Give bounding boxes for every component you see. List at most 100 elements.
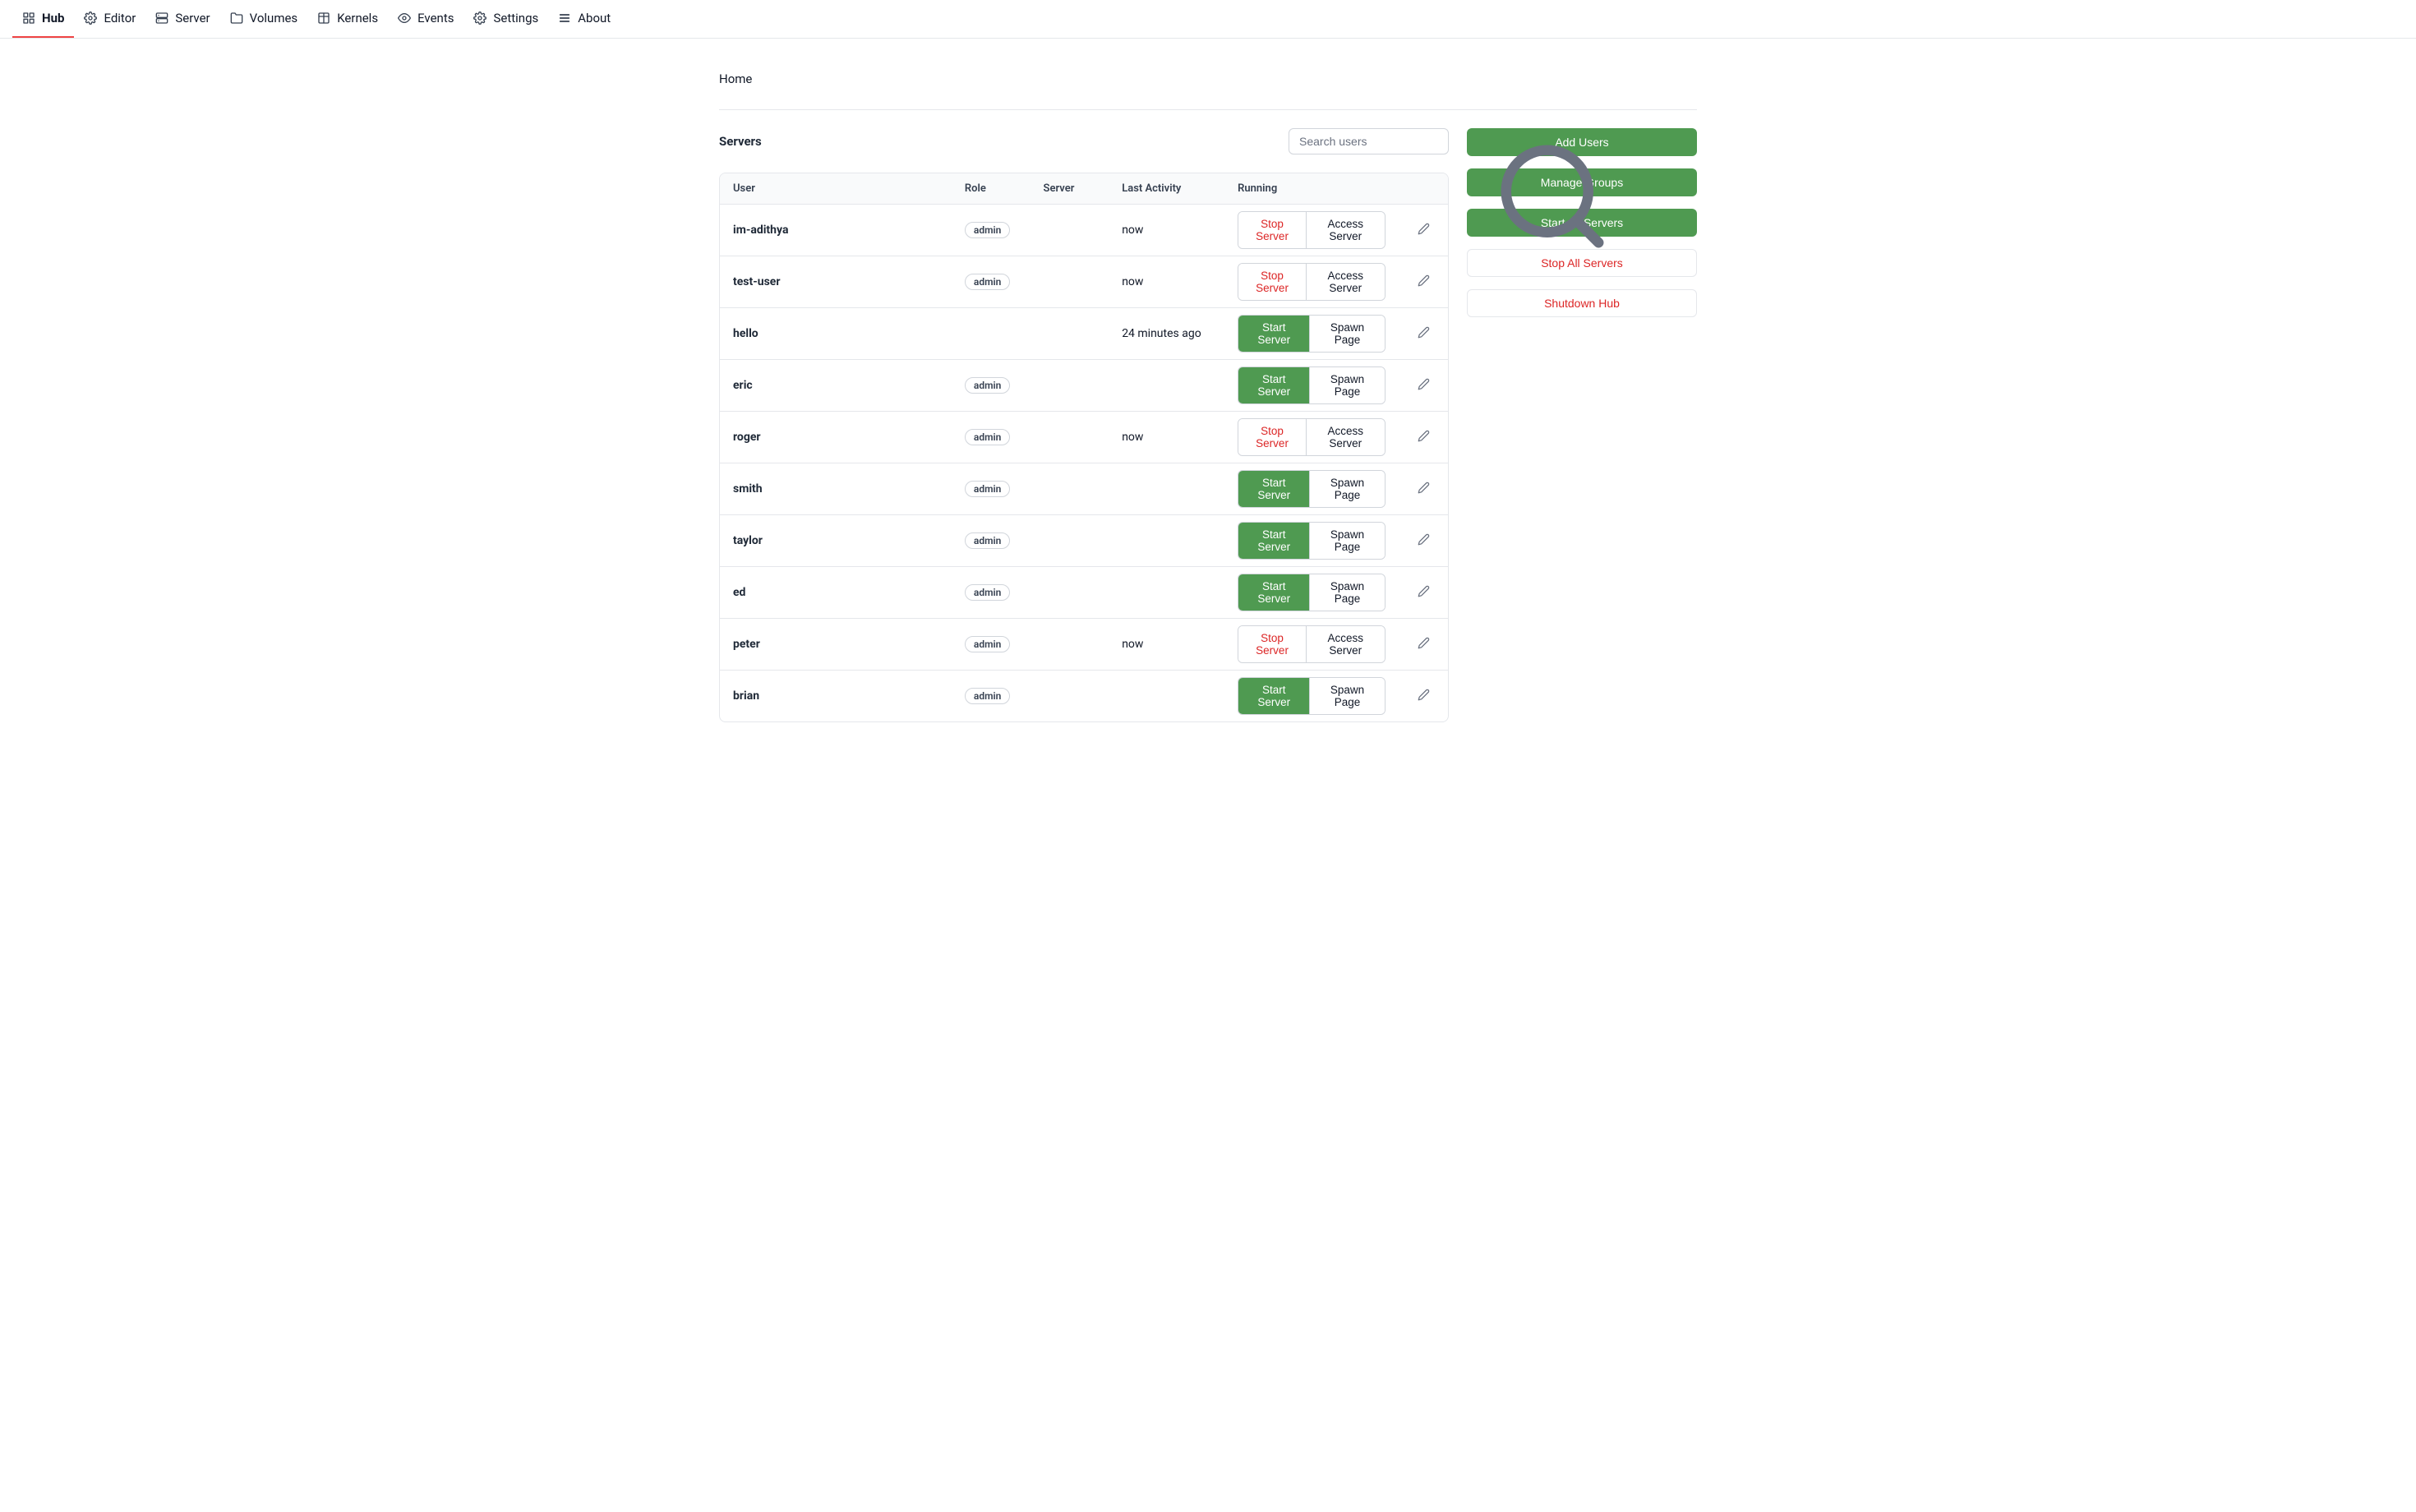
edit-cell [1399, 671, 1448, 722]
stop-server-button[interactable]: Stop Server [1238, 212, 1307, 248]
role-badge: admin [965, 377, 1010, 394]
pencil-icon [1418, 378, 1430, 393]
col-header[interactable]: Running [1224, 173, 1398, 205]
role-cell: admin [952, 412, 1030, 463]
running-cell: Stop ServerAccess Server [1224, 412, 1398, 463]
start-server-button[interactable]: Start Server [1238, 523, 1310, 559]
table-row: edadminStart ServerSpawn Page [720, 567, 1448, 619]
nav-label: Settings [493, 11, 538, 25]
table-row: smithadminStart ServerSpawn Page [720, 463, 1448, 515]
col-header[interactable]: Role [952, 173, 1030, 205]
panel-title: Servers [719, 134, 762, 149]
nav-about[interactable]: About [548, 0, 620, 38]
start-server-button[interactable]: Start Server [1238, 678, 1310, 714]
server-icon [155, 12, 168, 25]
nav-settings[interactable]: Settings [463, 0, 548, 38]
running-cell: Stop ServerAccess Server [1224, 619, 1398, 671]
spawn-page-button[interactable]: Spawn Page [1310, 367, 1384, 403]
edit-cell [1399, 308, 1448, 360]
nav-label: Hub [42, 11, 64, 25]
nav-kernels[interactable]: Kernels [307, 0, 388, 38]
user-cell: brian [720, 671, 952, 722]
user-cell: smith [720, 463, 952, 515]
role-cell [952, 308, 1030, 360]
start-server-button[interactable]: Start Server [1238, 316, 1310, 352]
access-server-button[interactable]: Access Server [1307, 264, 1385, 300]
spawn-page-button[interactable]: Spawn Page [1310, 574, 1384, 611]
edit-cell [1399, 412, 1448, 463]
server-action-group: Stop ServerAccess Server [1238, 418, 1385, 456]
start-server-button[interactable]: Start Server [1238, 471, 1310, 507]
role-badge: admin [965, 688, 1010, 704]
pencil-icon [1418, 482, 1430, 496]
search-icon [1429, 135, 1442, 148]
user-cell: roger [720, 412, 952, 463]
table-row: tayloradminStart ServerSpawn Page [720, 515, 1448, 567]
running-cell: Start ServerSpawn Page [1224, 463, 1398, 515]
edit-user-button[interactable] [1412, 529, 1435, 552]
edit-user-button[interactable] [1412, 633, 1435, 656]
user-cell: test-user [720, 256, 952, 308]
spawn-page-button[interactable]: Spawn Page [1310, 523, 1384, 559]
running-cell: Start ServerSpawn Page [1224, 567, 1398, 619]
edit-cell [1399, 360, 1448, 412]
server-cell [1030, 256, 1109, 308]
settings-icon [473, 12, 486, 25]
nav-editor[interactable]: Editor [74, 0, 145, 38]
nav-server[interactable]: Server [145, 0, 219, 38]
access-server-button[interactable]: Access Server [1307, 212, 1385, 248]
servers-panel: Servers UserRoleServerLast ActivityRunni… [719, 128, 1449, 722]
nav-volumes[interactable]: Volumes [220, 0, 308, 38]
pencil-icon [1418, 585, 1430, 600]
edit-user-button[interactable] [1412, 322, 1435, 345]
spawn-page-button[interactable]: Spawn Page [1310, 316, 1384, 352]
server-cell [1030, 515, 1109, 567]
server-action-group: Start ServerSpawn Page [1238, 315, 1385, 353]
server-action-group: Start ServerSpawn Page [1238, 677, 1385, 715]
edit-user-button[interactable] [1412, 374, 1435, 397]
nav-hub[interactable]: Hub [12, 0, 74, 38]
servers-table: UserRoleServerLast ActivityRunning im-ad… [719, 173, 1449, 722]
role-badge: admin [965, 222, 1010, 238]
role-badge: admin [965, 274, 1010, 290]
last-activity-cell: now [1109, 619, 1224, 671]
edit-user-button[interactable] [1412, 477, 1435, 500]
col-header[interactable]: Server [1030, 173, 1109, 205]
shutdown-hub-button[interactable]: Shutdown Hub [1467, 289, 1697, 317]
search-input[interactable] [1289, 128, 1449, 154]
server-cell [1030, 567, 1109, 619]
nav-label: Volumes [250, 11, 298, 25]
search-users [1289, 128, 1449, 154]
role-cell: admin [952, 515, 1030, 567]
edit-user-button[interactable] [1412, 685, 1435, 708]
stop-server-button[interactable]: Stop Server [1238, 419, 1307, 455]
stop-server-button[interactable]: Stop Server [1238, 626, 1307, 662]
access-server-button[interactable]: Access Server [1307, 626, 1385, 662]
edit-user-button[interactable] [1412, 581, 1435, 604]
start-server-button[interactable]: Start Server [1238, 367, 1310, 403]
role-cell: admin [952, 671, 1030, 722]
breadcrumb[interactable]: Home [719, 71, 1697, 110]
role-cell: admin [952, 256, 1030, 308]
server-action-group: Start ServerSpawn Page [1238, 470, 1385, 508]
running-cell: Start ServerSpawn Page [1224, 360, 1398, 412]
top-nav: Hub Editor Server Volumes Kernels Events Setti… [0, 0, 2416, 39]
stop-server-button[interactable]: Stop Server [1238, 264, 1307, 300]
server-cell [1030, 412, 1109, 463]
running-cell: Start ServerSpawn Page [1224, 308, 1398, 360]
nav-label: Editor [104, 11, 136, 25]
server-cell [1030, 671, 1109, 722]
start-server-button[interactable]: Start Server [1238, 574, 1310, 611]
eye-icon [398, 12, 411, 25]
edit-user-button[interactable] [1412, 426, 1435, 449]
col-header[interactable]: User [720, 173, 952, 205]
nav-events[interactable]: Events [388, 0, 463, 38]
edit-user-button[interactable] [1412, 270, 1435, 293]
table-row: hello24 minutes agoStart ServerSpawn Pag… [720, 308, 1448, 360]
spawn-page-button[interactable]: Spawn Page [1310, 471, 1384, 507]
access-server-button[interactable]: Access Server [1307, 419, 1385, 455]
last-activity-cell [1109, 671, 1224, 722]
spawn-page-button[interactable]: Spawn Page [1310, 678, 1384, 714]
col-header[interactable]: Last Activity [1109, 173, 1224, 205]
nav-label: Events [417, 11, 454, 25]
